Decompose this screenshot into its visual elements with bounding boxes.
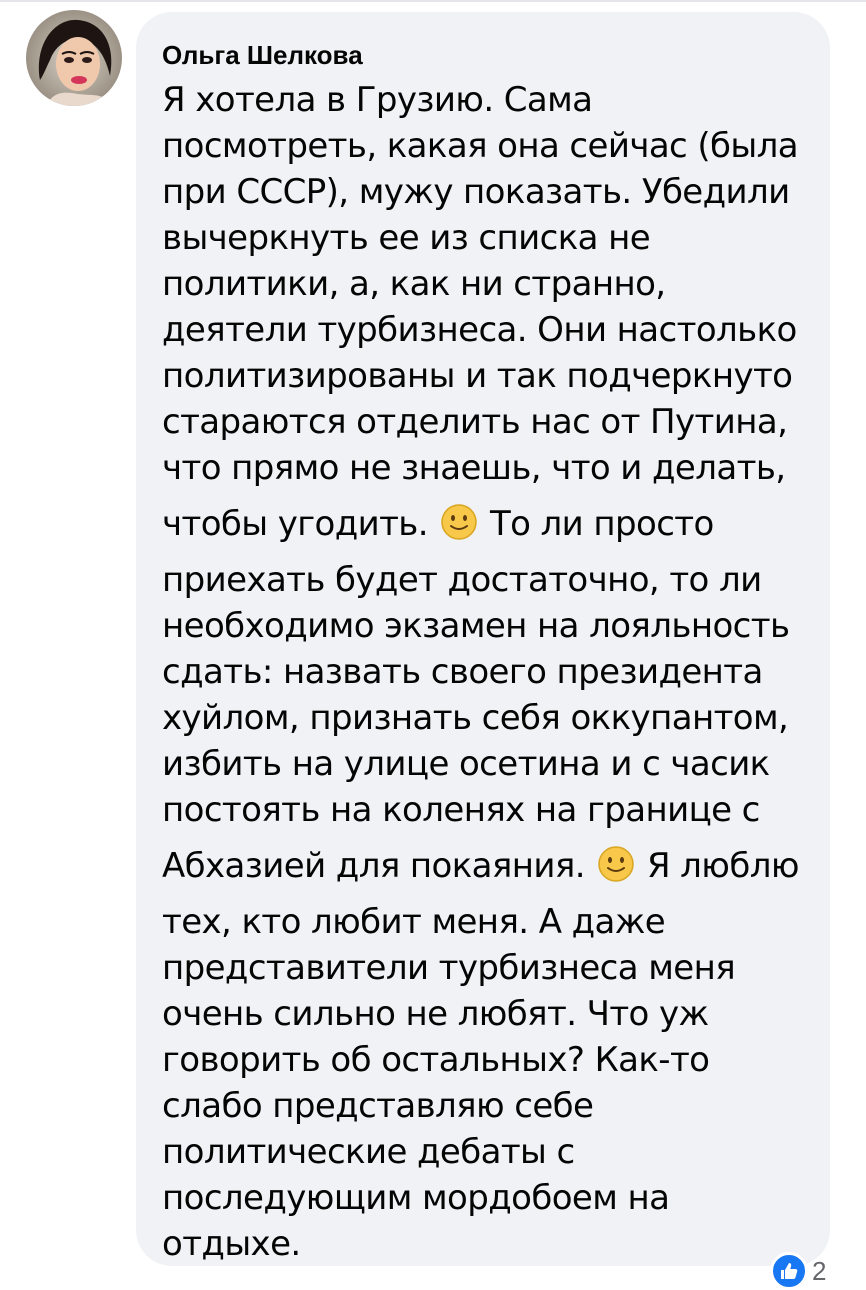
comment-line: политические дебаты с: [162, 1132, 575, 1172]
like-icon: [770, 1252, 808, 1290]
comment-line: тех, кто любит меня. А даже: [162, 902, 666, 942]
comment-line: Я хотела в Грузию. Сама: [162, 80, 593, 120]
reaction-count: 2: [812, 1255, 827, 1286]
top-divider: [0, 0, 866, 2]
slightly-smiling-face-icon: [441, 504, 477, 540]
comment-line: вычеркнуть ее из списка не: [162, 218, 651, 258]
comment-line: приехать будет достаточно, то ли: [162, 560, 762, 600]
comment-text-segment: Я люблю: [646, 846, 800, 886]
slightly-smiling-face-icon: [598, 846, 634, 882]
comment-line-with-emoji: Абхазией для покаяния. Я люблю: [162, 844, 799, 888]
comment-author[interactable]: Ольга Шелкова: [162, 40, 363, 71]
avatar[interactable]: [26, 10, 122, 106]
comment-text-segment: Абхазией для покаяния.: [162, 846, 586, 886]
comment-line: представители турбизнеса меня: [162, 948, 736, 988]
comment-line: политизированы и так подчеркнуто: [162, 356, 793, 396]
comment-line: при СССР), мужу показать. Убедили: [162, 172, 790, 212]
comment-line: необходимо экзамен на лояльность: [162, 606, 790, 646]
comment-line: посмотреть, какая она сейчас (была: [162, 126, 799, 166]
comment-line: очень сильно не любят. Что уж: [162, 994, 709, 1034]
comment-line: стараются отделить нас от Путина,: [162, 402, 788, 442]
comment-line: избить на улице осетина и с часик: [162, 744, 770, 784]
comment-line: политики, а, как ни странно,: [162, 264, 666, 304]
comment-line: постоять на коленях на границе с: [162, 790, 760, 830]
comment-line: говорить об остальных? Как-то: [162, 1040, 710, 1080]
reaction-summary[interactable]: 2: [770, 1252, 826, 1290]
comment-line: деятели турбизнеса. Они настолько: [162, 310, 797, 350]
comment-bubble: Ольга Шелкова Я хотела в Грузию. Сама по…: [136, 12, 830, 1266]
comment-line: слабо представляю себе: [162, 1086, 594, 1126]
comment-line: хуйлом, признать себя оккупантом,: [162, 698, 789, 738]
comment-line: что прямо не знаешь, что и делать,: [162, 448, 786, 488]
comment-line: отдыхе.: [162, 1224, 301, 1264]
comment-line-with-emoji: чтобы угодить. То ли просто: [162, 502, 714, 546]
comment-text-segment: То ли просто: [489, 504, 714, 544]
comment-text-segment: чтобы угодить.: [162, 504, 429, 544]
comment-line: сдать: назвать своего президента: [162, 652, 763, 692]
comment-line: последующим мордобоем на: [162, 1178, 670, 1218]
